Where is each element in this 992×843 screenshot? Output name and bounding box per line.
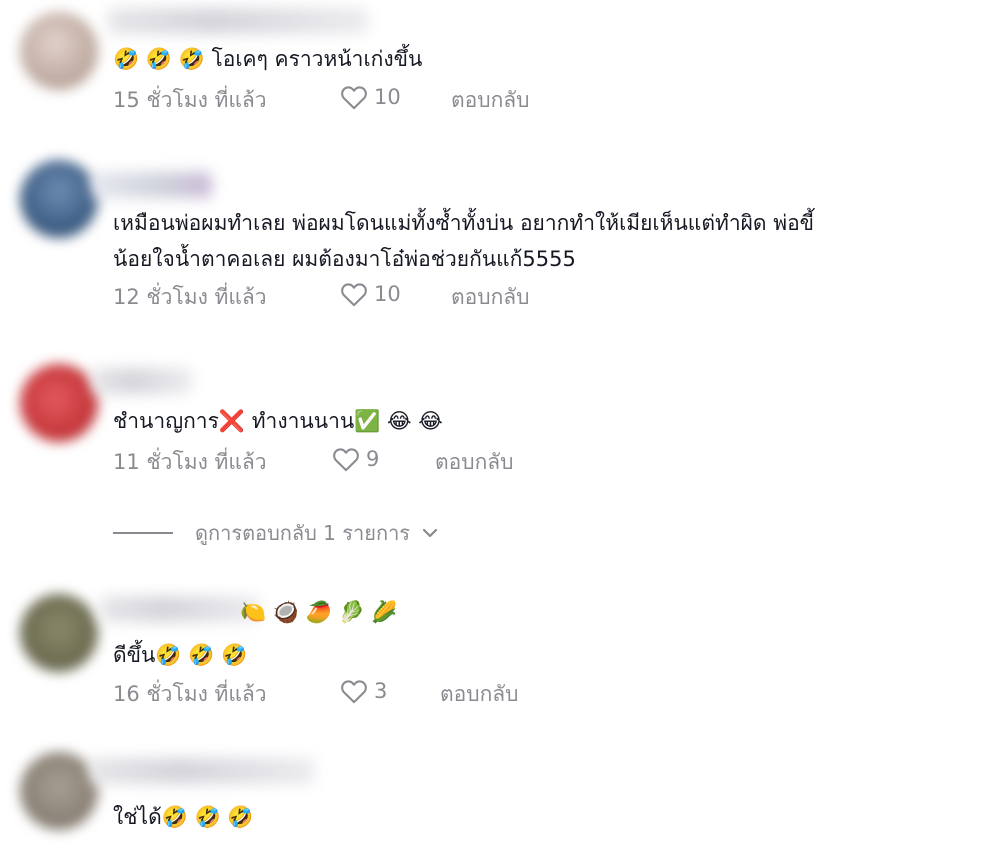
comment-text: 🤣 🤣 🤣 โอเคๆ คราวหน้าเก่งขึ้น — [113, 47, 423, 71]
heart-outline-icon — [333, 448, 359, 472]
username-blurred[interactable] — [92, 172, 212, 198]
like-count: 9 — [366, 447, 380, 471]
like-count: 10 — [374, 282, 401, 306]
like-count: 3 — [374, 679, 388, 703]
reply-button[interactable]: ตอบกลับ — [440, 678, 519, 711]
reply-button[interactable]: ตอบกลับ — [451, 84, 530, 117]
avatar[interactable] — [20, 752, 98, 830]
comment-time: 15 ชั่วโมง ที่แล้ว — [113, 88, 267, 112]
comment-text-line2: น้อยใจน้ำตาคอเลย ผมต้องมาโอ๋พ่อช่วยกันแก… — [113, 247, 576, 271]
reply-button[interactable]: ตอบกลับ — [435, 446, 514, 479]
username-blurred[interactable] — [92, 368, 192, 394]
comment-text: ดีขึ้น🤣 🤣 🤣 — [113, 643, 248, 667]
avatar[interactable] — [20, 364, 98, 442]
avatar[interactable] — [20, 160, 98, 238]
comment-text: ชำนาญการ❌ ทำงานนาน✅ 😂 😂 — [113, 409, 443, 433]
comment-text: เหมือนพ่อผมทำเลย พ่อผมโดนแม่ทั้งซ้ำทั้งบ… — [113, 211, 815, 235]
view-replies-button[interactable]: ดูการตอบกลับ 1 รายการ — [113, 517, 440, 549]
chevron-down-icon — [422, 528, 438, 538]
like-button[interactable]: 10 — [340, 281, 401, 307]
heart-outline-icon — [341, 86, 367, 110]
view-replies-label: ดูการตอบกลับ 1 รายการ — [195, 521, 411, 545]
comment-time: 12 ชั่วโมง ที่แล้ว — [113, 285, 267, 309]
divider — [113, 532, 173, 534]
comment-text: ใช่ได้🤣 🤣 🤣 — [113, 805, 254, 829]
avatar[interactable] — [20, 594, 98, 672]
heart-outline-icon — [341, 680, 367, 704]
username-blurred[interactable] — [90, 758, 315, 784]
comments-panel: 🤣 🤣 🤣 โอเคๆ คราวหน้าเก่งขึ้น 15 ชั่วโมง … — [0, 0, 992, 843]
like-button[interactable]: 10 — [340, 84, 401, 110]
like-button[interactable]: 3 — [340, 678, 387, 704]
username-emojis: 🍋 🥥 🥭 🥬 🌽 — [240, 600, 398, 624]
heart-outline-icon — [341, 283, 367, 307]
reply-button[interactable]: ตอบกลับ — [451, 281, 530, 314]
comment-time: 16 ชั่วโมง ที่แล้ว — [113, 682, 267, 706]
like-count: 10 — [374, 85, 401, 109]
username-blurred[interactable] — [108, 8, 368, 34]
comment-time: 11 ชั่วโมง ที่แล้ว — [113, 450, 267, 474]
avatar[interactable] — [20, 12, 98, 90]
username-blurred[interactable] — [100, 596, 260, 622]
like-button[interactable]: 9 — [332, 446, 379, 472]
